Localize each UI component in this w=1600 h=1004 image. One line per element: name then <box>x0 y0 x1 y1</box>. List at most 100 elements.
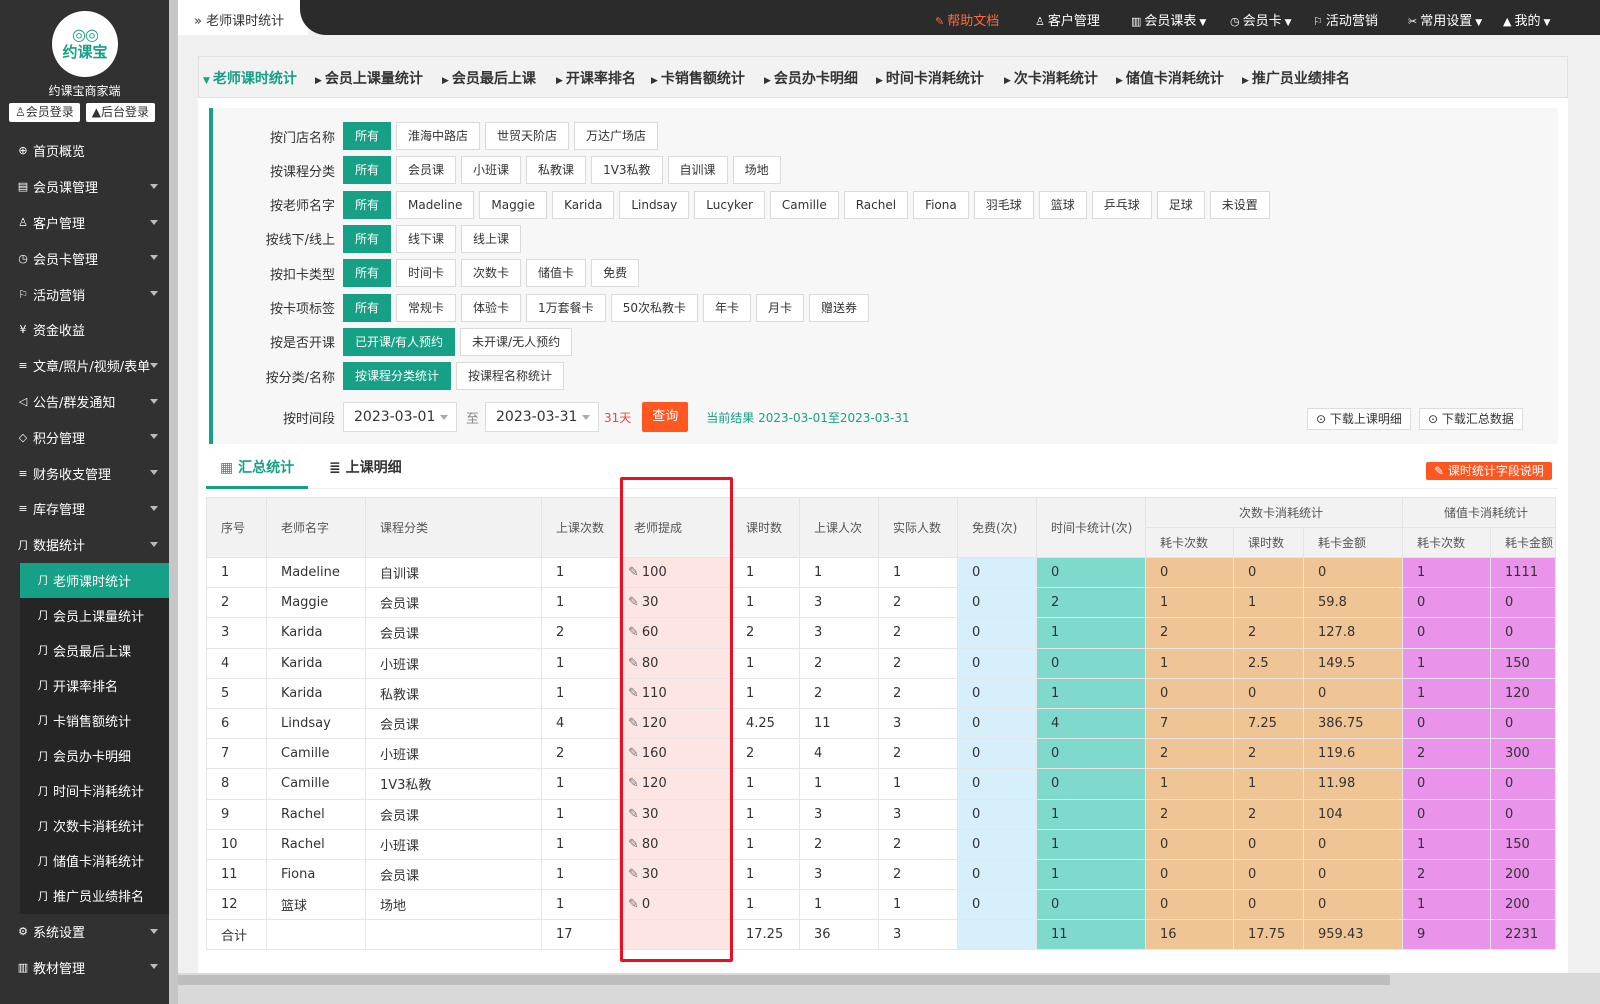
filter-chip[interactable]: 线上课 <box>461 224 522 253</box>
filter-chip[interactable]: Fiona <box>913 190 969 219</box>
filter-chip[interactable]: 已开课/有人预约 <box>343 327 456 356</box>
report-tab[interactable]: ▼ 老师课时统计 <box>203 68 297 88</box>
sidebar-item[interactable]: ◷ 会员卡管理 <box>0 240 169 276</box>
sidebar-item[interactable]: ⚐ 活动营销 <box>0 276 169 312</box>
sidebar-item[interactable]: ⊕ 首页概览 <box>0 133 169 169</box>
tab-detail[interactable]: ≣ 上课明细 <box>329 456 402 489</box>
sidebar-item[interactable]: ≡ 财务收支管理 <box>0 455 169 491</box>
filter-chip[interactable]: 世贸天阶店 <box>485 122 570 150</box>
sidebar-item[interactable]: ♙ 客户管理 <box>0 205 169 241</box>
download-detail-button[interactable]: ⊙ 下载上课明细 <box>1307 408 1411 430</box>
horizontal-scrollbar[interactable] <box>178 973 1600 1004</box>
filter-chip[interactable]: 会员课 <box>396 156 457 185</box>
sidebar-subitem[interactable]: ⺆次数卡消耗统计 <box>20 808 169 843</box>
filter-chip[interactable]: Karida <box>552 190 615 219</box>
sidebar-subitem[interactable]: ⺆储值卡消耗统计 <box>20 843 169 878</box>
sidebar-subitem[interactable]: ⺆会员上课量统计 <box>20 598 169 633</box>
sidebar-subitem[interactable]: ⺆会员最后上课 <box>20 633 169 668</box>
sidebar-item[interactable]: ◁ 公告/群发通知 <box>0 384 169 420</box>
sidebar-item[interactable]: ◇ 积分管理 <box>0 419 169 455</box>
sidebar-item[interactable]: ¥ 资金收益 <box>0 312 169 348</box>
filter-chip[interactable]: 按课程名称统计 <box>456 362 565 391</box>
filter-chip[interactable]: 羽毛球 <box>973 190 1034 219</box>
report-tab[interactable]: ▶ 储值卡消耗统计 <box>1116 68 1224 88</box>
filter-chip[interactable]: 未设置 <box>1209 190 1270 219</box>
sidebar-scrollbar[interactable] <box>169 0 178 1004</box>
sidebar-item[interactable]: ▥ 教材管理 <box>0 949 169 985</box>
filter-chip[interactable]: 按课程分类统计 <box>343 362 452 391</box>
report-tab[interactable]: ▶ 次卡消耗统计 <box>1004 68 1098 88</box>
filter-chip[interactable]: 所有 <box>343 224 392 253</box>
report-tab[interactable]: ▶ 时间卡消耗统计 <box>876 68 984 88</box>
admin-login-button[interactable]: ▲后台登录 <box>85 103 156 122</box>
scrollbar-thumb[interactable] <box>178 975 1390 985</box>
filter-chip[interactable]: 年卡 <box>702 293 751 322</box>
filter-chip[interactable]: Lindsay <box>619 190 690 219</box>
filter-chip[interactable]: 线下课 <box>396 224 457 253</box>
filter-chip[interactable]: 私教课 <box>526 156 587 185</box>
report-tab[interactable]: ▶ 开课率排名 <box>556 68 636 88</box>
topnav-item[interactable]: ✎ 帮助文档 <box>935 10 999 29</box>
filter-chip[interactable]: 小班课 <box>461 156 522 185</box>
filter-chip[interactable]: 场地 <box>732 156 781 185</box>
field-explain-button[interactable]: ✎ 课时统计字段说明 <box>1426 462 1552 480</box>
sidebar-item[interactable]: ≡ 库存管理 <box>0 491 169 527</box>
filter-chip[interactable]: Rachel <box>843 190 909 219</box>
filter-chip[interactable]: 淮海中路店 <box>396 122 481 150</box>
filter-chip[interactable]: 所有 <box>343 259 392 288</box>
sidebar-subitem[interactable]: ⺆老师课时统计 <box>20 562 169 598</box>
start-date-select[interactable]: 2023-03-01 <box>343 402 457 432</box>
sidebar-subitem[interactable]: ⺆推广员业绩排名 <box>20 878 169 913</box>
report-tab[interactable]: ▶ 会员办卡明细 <box>764 68 858 88</box>
filter-chip[interactable]: 次数卡 <box>461 259 522 288</box>
download-summary-button[interactable]: ⊙ 下载汇总数据 <box>1419 408 1523 430</box>
filter-chip[interactable]: 50次私教卡 <box>610 293 698 322</box>
sidebar-subitem[interactable]: ⺆时间卡消耗统计 <box>20 773 169 808</box>
filter-chip[interactable]: 乒乓球 <box>1091 190 1152 219</box>
topnav-item[interactable]: ◷ 会员卡 ▼ <box>1230 10 1292 29</box>
filter-chip[interactable]: 所有 <box>343 122 392 150</box>
report-tab[interactable]: ▶ 卡销售额统计 <box>651 68 745 88</box>
sidebar-item[interactable]: ⚙ 系统设置 <box>0 914 169 950</box>
member-login-button[interactable]: ♙会员登录 <box>9 103 80 122</box>
sidebar-item[interactable]: ≡ 文章/照片/视频/表单 <box>0 348 169 384</box>
topnav-item[interactable]: ♙ 客户管理 <box>1035 10 1100 29</box>
filter-chip[interactable]: 万达广场店 <box>574 122 659 150</box>
tab-summary[interactable]: ▦ 汇总统计 <box>206 456 309 489</box>
filter-chip[interactable]: 所有 <box>343 293 392 322</box>
sidebar-subitem[interactable]: ⺆开课率排名 <box>20 668 169 703</box>
filter-chip[interactable]: 储值卡 <box>526 259 587 288</box>
filter-chip[interactable]: 赠送券 <box>809 293 870 322</box>
report-tab[interactable]: ▶ 会员上课量统计 <box>315 68 423 88</box>
sidebar-subitem[interactable]: ⺆卡销售额统计 <box>20 703 169 738</box>
filter-chip[interactable]: 月卡 <box>755 293 804 322</box>
filter-chip[interactable]: 1V3私教 <box>591 156 663 185</box>
filter-chip[interactable]: 免费 <box>591 259 640 288</box>
filter-chip[interactable]: 未开课/无人预约 <box>460 327 573 356</box>
filter-chip[interactable]: 时间卡 <box>396 259 457 288</box>
filter-chip[interactable]: 常规卡 <box>396 293 457 322</box>
filter-chip[interactable]: 体验卡 <box>461 293 522 322</box>
breadcrumb[interactable]: » 老师课时统计 <box>194 10 284 29</box>
filter-chip[interactable]: 足球 <box>1156 190 1205 219</box>
sidebar-subitem[interactable]: ⺆会员办卡明细 <box>20 738 169 773</box>
topnav-item[interactable]: ✂ 常用设置 ▼ <box>1408 10 1482 29</box>
filter-chip[interactable]: 篮球 <box>1038 190 1087 219</box>
topnav-item[interactable]: ▥ 会员课表 ▼ <box>1131 10 1206 29</box>
topnav-item[interactable]: ▲ 我的 ▼ <box>1503 10 1550 29</box>
report-tab[interactable]: ▶ 推广员业绩排名 <box>1242 68 1350 88</box>
end-date-select[interactable]: 2023-03-31 <box>485 402 600 432</box>
query-button[interactable]: 查询 <box>642 402 689 432</box>
filter-chip[interactable]: Maggie <box>479 190 548 219</box>
topnav-item[interactable]: ⚐ 活动营销 <box>1313 10 1378 29</box>
filter-chip[interactable]: Lucyker <box>694 190 765 219</box>
sidebar-item[interactable]: ⺆数据统计 <box>0 527 169 563</box>
report-tab[interactable]: ▶ 会员最后上课 <box>442 68 536 88</box>
sidebar-item[interactable]: ▤ 会员课管理 <box>0 169 169 205</box>
filter-chip[interactable]: Camille <box>769 190 839 219</box>
filter-chip[interactable]: 所有 <box>343 190 392 219</box>
filter-chip[interactable]: Madeline <box>396 190 475 219</box>
brand-logo[interactable]: ◎◎ 约课宝 <box>52 11 118 77</box>
filter-chip[interactable]: 自训课 <box>667 156 728 185</box>
filter-chip[interactable]: 1万套餐卡 <box>526 293 606 322</box>
